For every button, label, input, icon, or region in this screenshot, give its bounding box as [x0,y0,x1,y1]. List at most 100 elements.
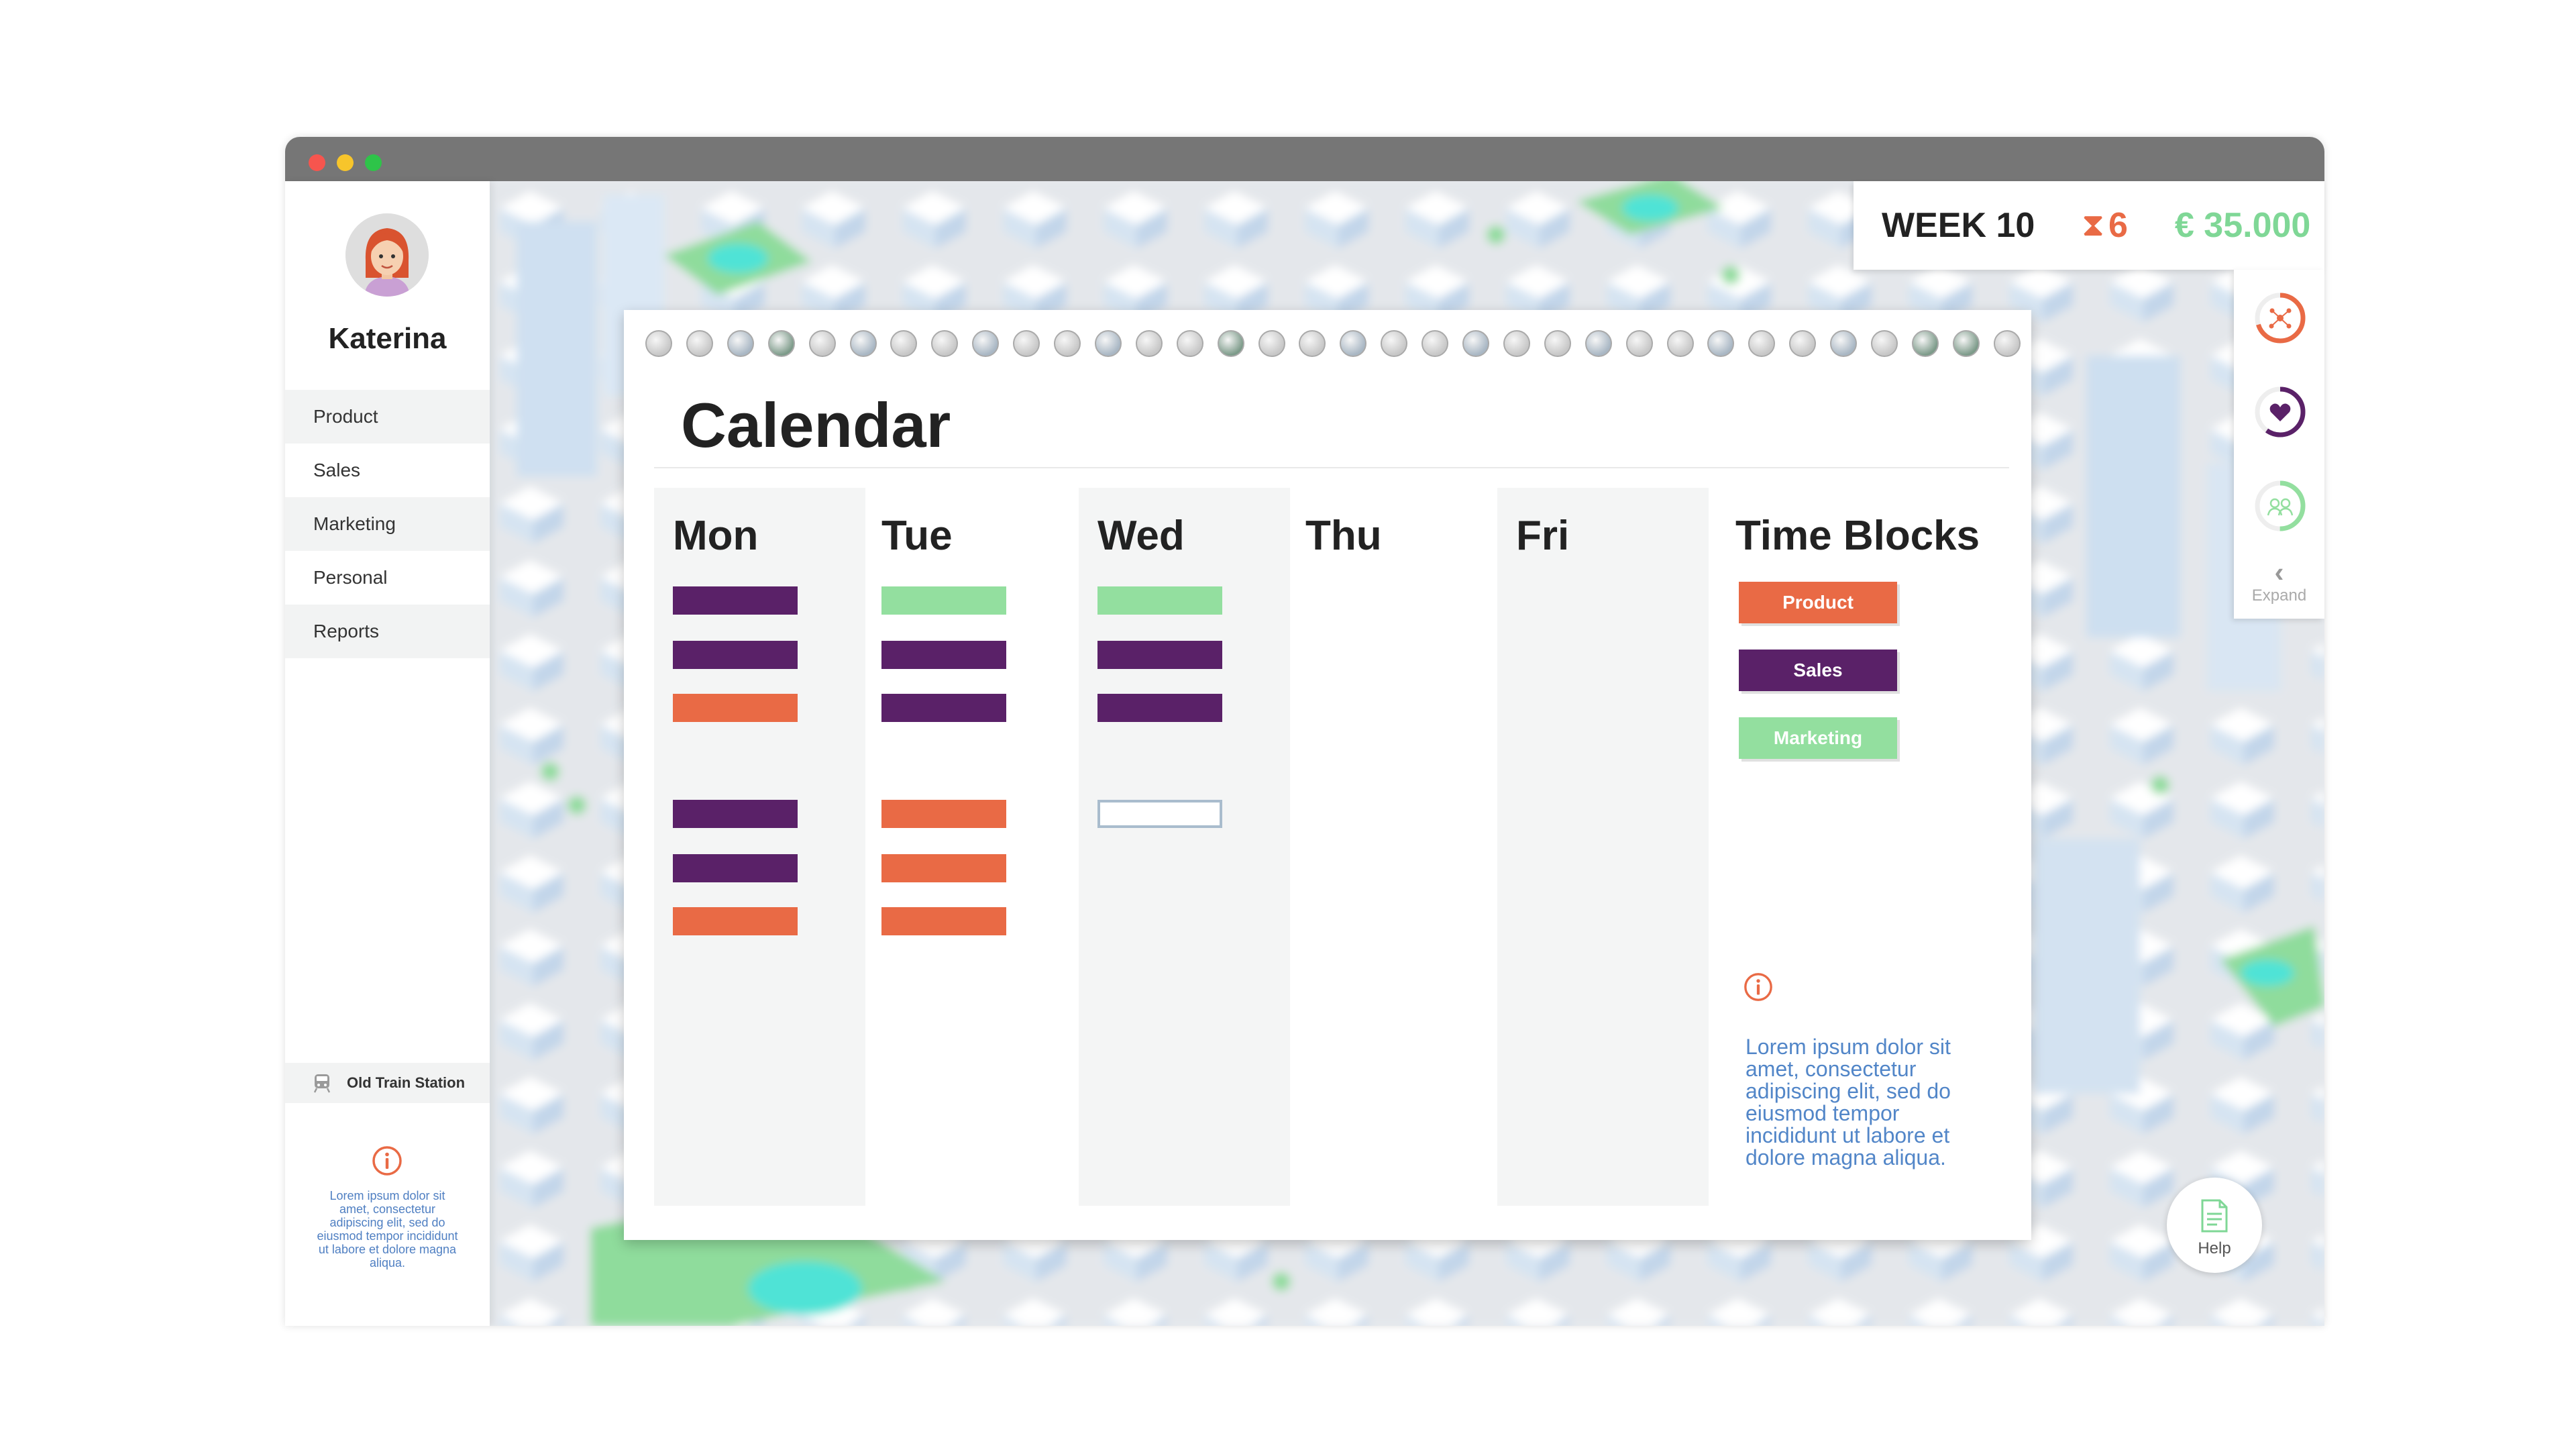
binder-ring [767,330,795,357]
scheduled-block-sales[interactable] [673,641,798,669]
binder-ring [849,330,877,357]
binder-ring [1789,330,1817,357]
location-indicator[interactable]: Old Train Station [285,1063,490,1103]
scheduled-block-product[interactable] [673,694,798,722]
time-block-marketing[interactable]: Marketing [1739,717,1897,759]
day-label-tue: Tue [881,513,953,559]
binder-ring [1707,330,1735,357]
help-button[interactable]: Help [2167,1178,2262,1273]
binder-ring [1340,330,1367,357]
binder-ring [931,330,959,357]
time-left-count: 6 [2108,206,2128,245]
scheduled-block-product[interactable] [881,907,1006,935]
calendar-title: Calendar [681,390,951,460]
scheduled-block-marketing[interactable] [881,586,1006,615]
sidebar-menu: Product Sales Marketing Personal Reports [285,390,490,658]
sidebar-item-reports[interactable]: Reports [285,605,490,658]
calendar-panel: Calendar Mon Tue Wed Thu Fri Time Blocks… [624,310,2031,1240]
calendar-info-text: Lorem ipsum dolor sit amet, consectetur … [1746,1035,1951,1170]
scheduled-block-sales[interactable] [881,694,1006,722]
binder-ring [1462,330,1489,357]
binder-ring [808,330,836,357]
binder-ring [1054,330,1081,357]
heart-icon[interactable] [2252,384,2308,440]
empty-time-slot[interactable] [1097,800,1222,828]
day-label-wed: Wed [1097,513,1185,559]
day-column-mon[interactable]: Mon [654,488,865,1206]
meters-panel: ‹ Expand [2234,270,2324,619]
binder-ring [1421,330,1449,357]
binder-ring [972,330,1000,357]
scheduled-block-sales[interactable] [1097,694,1222,722]
binder-ring [1911,330,1939,357]
scheduled-block-sales[interactable] [881,641,1006,669]
day-column-tue[interactable]: Tue [863,488,1074,1206]
binder-ring [1625,330,1653,357]
binder-ring [1748,330,1776,357]
status-bar: WEEK 10 ⧗ 6 € 35.000 [1854,181,2324,270]
window-titlebar [285,137,2324,181]
close-window-button[interactable] [309,154,325,171]
time-blocks-heading: Time Blocks [1735,513,1980,559]
scheduled-block-sales[interactable] [673,586,798,615]
day-label-thu: Thu [1305,513,1382,559]
minimize-window-button[interactable] [337,154,354,171]
binder-ring [1176,330,1203,357]
user-name: Katerina [328,322,447,355]
binder-ring [1544,330,1571,357]
week-label: WEEK 10 [1882,206,2035,245]
scheduled-block-sales[interactable] [673,800,798,828]
day-label-mon: Mon [673,513,759,559]
binder-ring [727,330,754,357]
binder-ring [1135,330,1163,357]
binder-ring [1258,330,1285,357]
sidebar-item-personal[interactable]: Personal [285,551,490,605]
binder-ring [1952,330,1980,357]
money-balance: € 35.000 [2174,206,2311,245]
document-icon [2201,1199,2228,1233]
sidebar-info-text: Lorem ipsum dolor sit amet, consectetur … [317,1189,458,1270]
binder-ring [645,330,672,357]
scheduled-block-product[interactable] [881,800,1006,828]
binder-ring [1094,330,1122,357]
woman-avatar-icon[interactable] [345,213,429,297]
maximize-window-button[interactable] [365,154,382,171]
scheduled-block-product[interactable] [673,907,798,935]
location-label: Old Train Station [347,1074,466,1091]
scheduled-block-sales[interactable] [1097,641,1222,669]
binder-ring [1217,330,1244,357]
binder-ring [686,330,713,357]
expand-label[interactable]: Expand [2234,586,2324,605]
day-column-wed[interactable]: Wed [1079,488,1290,1206]
binder-ring [1503,330,1530,357]
day-column-thu[interactable]: Thu [1287,488,1498,1206]
binder-ring [1013,330,1040,357]
binder-rings [645,330,2021,360]
sidebar-item-marketing[interactable]: Marketing [285,497,490,551]
hourglass-icon: ⧗ [2082,207,2104,243]
scheduled-block-sales[interactable] [673,854,798,882]
binder-ring [1871,330,1898,357]
info-icon[interactable] [371,1145,403,1177]
people-icon[interactable] [2252,478,2308,534]
info-icon[interactable] [1743,972,1774,1002]
train-icon [313,1074,331,1093]
scheduled-block-marketing[interactable] [1097,586,1222,615]
help-label: Help [2198,1239,2231,1257]
time-block-sales[interactable]: Sales [1739,650,1897,691]
scheduled-block-product[interactable] [881,854,1006,882]
binder-ring [1585,330,1612,357]
binder-ring [1830,330,1858,357]
binder-ring [1299,330,1326,357]
binder-ring [890,330,918,357]
day-column-fri[interactable]: Fri [1497,488,1709,1206]
binder-ring [1993,330,2021,357]
time-block-product[interactable]: Product [1739,582,1897,623]
binder-ring [1381,330,1408,357]
network-icon[interactable] [2252,290,2308,346]
binder-ring [1666,330,1694,357]
chevron-left-icon[interactable]: ‹ [2234,558,2324,586]
sidebar-item-product[interactable]: Product [285,390,490,444]
sidebar-item-sales[interactable]: Sales [285,444,490,497]
sidebar: Katerina Product Sales Marketing Persona… [285,181,490,1326]
